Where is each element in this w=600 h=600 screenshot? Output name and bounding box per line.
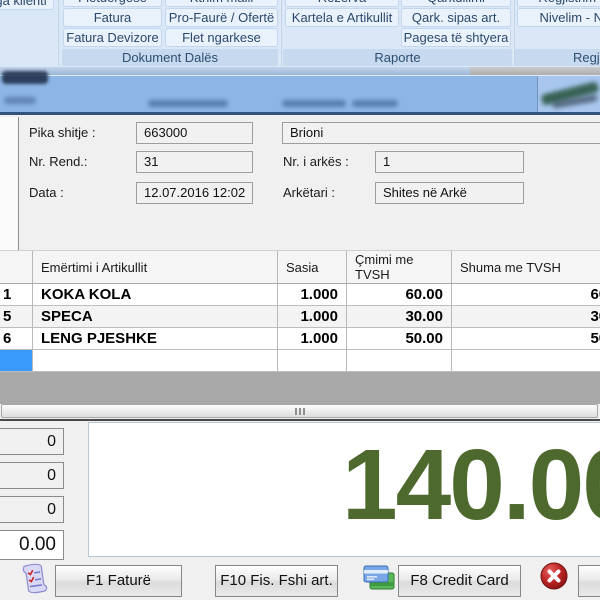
- nr-rend-field[interactable]: 31: [136, 151, 253, 173]
- horizontal-splitter[interactable]: [1, 404, 598, 418]
- ribbon-button-fletdergese[interactable]: Fletdërgese: [63, 0, 162, 7]
- window-edge-strip: [0, 67, 470, 75]
- ribbon-group-label-regjistr: Regjistr: [515, 49, 600, 66]
- splitter-grip-icon: [295, 408, 297, 415]
- blurred-text-smudge: [4, 97, 36, 104]
- blurred-text-smudge: [352, 100, 398, 107]
- blurred-text-smudge: [148, 100, 228, 107]
- grid-header-row: Emërtimi i Artikullit Sasia Çmimi me TVS…: [0, 251, 600, 284]
- ribbon-toolbar: ga klienti Fletdërgese Fatura Fatura Dev…: [0, 0, 600, 67]
- grand-total-display: 140.00: [88, 422, 600, 557]
- pos-window: ga klienti Fletdërgese Fatura Fatura Dev…: [0, 0, 600, 600]
- side-total-field-3[interactable]: 0: [0, 496, 64, 523]
- f8-credit-card-button[interactable]: F8 Credit Card: [398, 565, 521, 597]
- ribbon-button-fatura-devizore[interactable]: Fatura Devizore: [63, 28, 162, 47]
- ribbon-button-rezerva[interactable]: Rezerva: [285, 0, 399, 7]
- ribbon-button-pro-faure[interactable]: Pro-Faurë / Ofertë: [165, 8, 278, 27]
- ribbon-button-regjistrim[interactable]: Regjistrim Ko: [517, 0, 600, 7]
- window-edge-strip: [470, 67, 600, 75]
- ribbon-group-separator: [280, 0, 282, 66]
- nr-rend-label: Nr. Rend.:: [29, 151, 88, 173]
- grid-header-rownum[interactable]: [0, 251, 33, 283]
- arketari-label: Arkëtari :: [283, 182, 335, 204]
- ribbon-group-separator: [57, 0, 59, 66]
- ribbon-button-fatura[interactable]: Fatura: [63, 8, 162, 27]
- ribbon-button-klienti[interactable]: ga klienti: [0, 0, 54, 10]
- credit-cards-icon[interactable]: [362, 562, 396, 594]
- pika-shitje-label: Pika shitje :: [29, 122, 95, 144]
- table-row[interactable]: 6 LENG PJESHKE 1.000 50.00 50.00: [0, 328, 600, 350]
- ribbon-group-label-dokument-dales: Dokument Dalës: [62, 49, 278, 66]
- selected-row-indicator: [0, 350, 33, 371]
- ribbon-button-flet-ngarkese[interactable]: Flet ngarkese: [165, 28, 278, 47]
- f1-fature-button[interactable]: F1 Faturë: [55, 565, 182, 597]
- side-total-field-1[interactable]: 0: [0, 428, 64, 455]
- partial-button[interactable]: [578, 565, 600, 597]
- pika-shitje-field[interactable]: 663000: [136, 122, 253, 144]
- side-total-field-4[interactable]: 0.00: [0, 530, 64, 560]
- panel-edge-line: [18, 117, 19, 250]
- items-grid: Emërtimi i Artikullit Sasia Çmimi me TVS…: [0, 250, 600, 372]
- ribbon-button-qarkullimi[interactable]: Qarkullimi: [401, 0, 511, 7]
- ribbon-group-label-raporte: Raporte: [283, 49, 512, 66]
- ribbon-button-kartela-artikullit[interactable]: Kartela e Artikullit: [285, 8, 399, 27]
- table-row-new[interactable]: [0, 350, 600, 372]
- arketari-field[interactable]: Shites në Arkë: [375, 182, 524, 204]
- table-row[interactable]: 1 KOKA KOLA 1.000 60.00 60.00: [0, 284, 600, 306]
- invoice-checklist-icon[interactable]: [18, 560, 52, 598]
- document-header-band: [0, 75, 600, 115]
- ribbon-button-qark-sipas-art[interactable]: Qark. sipas art.: [401, 8, 511, 27]
- splitter-grip-icon: [303, 408, 305, 415]
- grid-background-gap: [0, 372, 600, 404]
- pika-shitje-name-field[interactable]: Brioni: [282, 122, 600, 144]
- grand-total-value: 140.00: [342, 433, 600, 537]
- ribbon-button-kthim-malli[interactable]: Kthim malli: [165, 0, 278, 7]
- nr-arkes-field[interactable]: 1: [375, 151, 524, 173]
- panel-margin: [0, 117, 18, 250]
- data-label: Data :: [29, 182, 64, 204]
- splitter-grip-icon: [299, 408, 301, 415]
- grid-header-price[interactable]: Çmimi me TVSH: [347, 251, 452, 283]
- ribbon-button-pagesa-shtyera[interactable]: Pagesa të shtyera: [401, 28, 511, 47]
- ribbon-button-nivelim[interactable]: Nivelim - Ndr: [517, 8, 600, 27]
- nr-arkes-label: Nr. i arkës :: [283, 151, 349, 173]
- blurred-text-smudge: [282, 100, 346, 107]
- table-row[interactable]: 5 SPECA 1.000 30.00 30.00: [0, 306, 600, 328]
- side-total-field-2[interactable]: 0: [0, 462, 64, 489]
- close-icon[interactable]: [539, 561, 569, 591]
- blurred-text-smudge: [2, 71, 48, 84]
- f10-fshi-art-button[interactable]: F10 Fis. Fshi art.: [215, 565, 338, 597]
- grid-header-sum[interactable]: Shuma me TVSH: [452, 251, 600, 283]
- grid-header-qty[interactable]: Sasia: [278, 251, 347, 283]
- panel-divider-line: [0, 419, 600, 421]
- data-field[interactable]: 12.07.2016 12:02: [136, 182, 253, 204]
- grid-header-name[interactable]: Emërtimi i Artikullit: [33, 251, 278, 283]
